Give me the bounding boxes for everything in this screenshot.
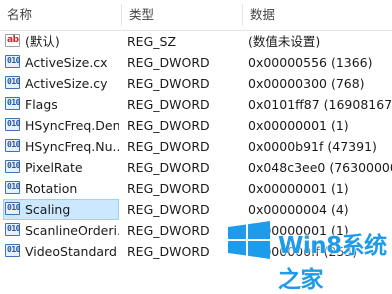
value-data: 0x00000556 (1366) — [248, 55, 373, 70]
table-row[interactable]: 010 HSyncFreq.Den... REG_DWORD 0x00000001 (… — [0, 115, 392, 136]
binary-value-icon: 010 — [5, 118, 20, 131]
value-data: 0x0000b91f (47391) — [248, 139, 377, 154]
value-data: 0x00000001 (1) — [248, 181, 349, 196]
watermark-text: Win8系统之家 — [278, 233, 387, 293]
table-row[interactable]: 010 ActiveSize.cx REG_DWORD 0x00000556 (136… — [0, 52, 392, 73]
value-type: REG_DWORD — [127, 223, 210, 238]
value-type: REG_DWORD — [127, 202, 210, 217]
table-row[interactable]: 010 PixelRate REG_DWORD 0x048c3ee0 (7630000… — [0, 157, 392, 178]
value-name: PixelRate — [25, 160, 83, 175]
value-name: HSyncFreq.Nu... — [25, 139, 119, 154]
binary-value-icon: 010 — [5, 76, 20, 89]
value-type: REG_DWORD — [127, 55, 210, 70]
value-name: VideoStandard — [25, 244, 117, 259]
table-row[interactable]: 010 HSyncFreq.Nu... REG_DWORD 0x0000b91f (4… — [0, 136, 392, 157]
value-type: REG_DWORD — [127, 160, 210, 175]
value-name: Flags — [25, 97, 58, 112]
value-type: REG_DWORD — [127, 76, 210, 91]
value-type: REG_DWORD — [127, 181, 210, 196]
value-data: 0x00000300 (768) — [248, 76, 365, 91]
binary-value-icon: 010 — [5, 160, 20, 173]
binary-value-icon: 010 — [5, 181, 20, 194]
value-name: Rotation — [25, 181, 78, 196]
value-name: ActiveSize.cy — [25, 76, 108, 91]
value-type: REG_SZ — [127, 34, 177, 49]
column-header-type[interactable]: 类型 — [122, 0, 242, 30]
binary-value-icon: 010 — [5, 202, 20, 215]
binary-value-icon: 010 — [5, 97, 20, 110]
binary-value-icon: 010 — [5, 223, 20, 236]
value-data: 0x0101ff87 (16908167) — [248, 97, 392, 112]
value-type: REG_DWORD — [127, 139, 210, 154]
value-name: ScanlineOrderi... — [25, 223, 119, 238]
string-value-icon: ab — [5, 34, 20, 47]
column-header-name[interactable]: 名称 — [0, 0, 121, 30]
binary-value-icon: 010 — [5, 244, 20, 257]
value-name: HSyncFreq.Den... — [25, 118, 119, 133]
value-name: (默认) — [25, 34, 60, 49]
value-type: REG_DWORD — [127, 118, 210, 133]
value-data: (数值未设置) — [248, 34, 321, 49]
value-data: 0x00000001 (1) — [248, 118, 349, 133]
binary-value-icon: 010 — [5, 55, 20, 68]
table-row[interactable]: ab (默认) REG_SZ (数值未设置) — [0, 31, 392, 52]
value-name: Scaling — [25, 202, 71, 217]
windows-logo-icon — [228, 221, 270, 259]
list-header: 名称 类型 数据 — [0, 0, 392, 31]
watermark: Win8系统之家 — [226, 217, 392, 293]
column-header-data[interactable]: 数据 — [243, 0, 392, 30]
value-name: ActiveSize.cx — [25, 55, 108, 70]
table-row[interactable]: 010 ActiveSize.cy REG_DWORD 0x00000300 (768… — [0, 73, 392, 94]
value-type: REG_DWORD — [127, 97, 210, 112]
value-data: 0x048c3ee0 (76300000) — [248, 160, 392, 175]
table-row[interactable]: 010 Rotation REG_DWORD 0x00000001 (1) — [0, 178, 392, 199]
value-type: REG_DWORD — [127, 244, 210, 259]
table-row[interactable]: 010 Flags REG_DWORD 0x0101ff87 (16908167) — [0, 94, 392, 115]
binary-value-icon: 010 — [5, 139, 20, 152]
